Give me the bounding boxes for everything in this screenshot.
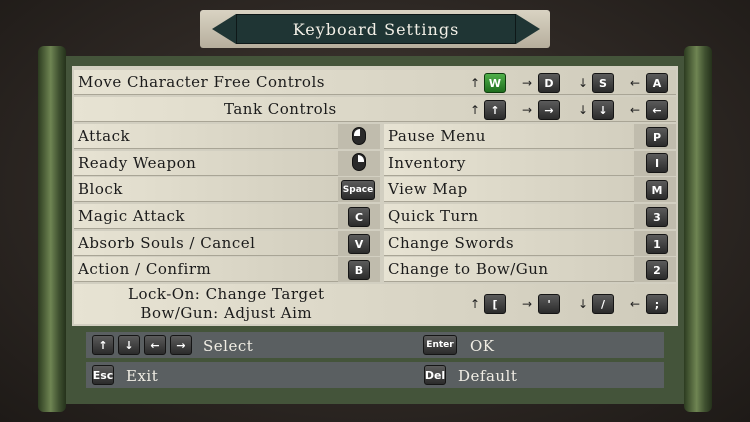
key-lockon-up[interactable]: [ — [484, 294, 506, 314]
key-lockon-right[interactable]: ' — [538, 294, 560, 314]
key-select-up[interactable]: ↑ — [92, 335, 114, 355]
up-indicator: ↑ — [470, 103, 481, 117]
action-row-inventory[interactable]: Inventory — [384, 151, 676, 176]
key-free-up[interactable]: W — [484, 73, 506, 93]
up-indicator: ↑ — [470, 76, 481, 90]
right-indicator: → — [522, 297, 533, 311]
left-indicator: ← — [630, 76, 641, 90]
left-mouse-button-icon[interactable] — [352, 127, 366, 145]
key-change-swords[interactable]: 1 — [646, 234, 668, 254]
key-esc[interactable]: Esc — [92, 365, 114, 385]
key-pause-menu[interactable]: P — [646, 127, 668, 147]
page-title: Keyboard Settings — [236, 14, 516, 44]
key-magic-attack[interactable]: C — [348, 207, 370, 227]
key-free-down[interactable]: S — [592, 73, 614, 93]
action-label: Magic Attack — [78, 207, 185, 225]
key-select-down[interactable]: ↓ — [118, 335, 140, 355]
key-bow-gun[interactable]: 2 — [646, 260, 668, 280]
down-indicator: ↓ — [578, 76, 589, 90]
scroll-rod-left — [38, 46, 66, 412]
lockon-labels: Lock-On: Change Target Bow/Gun: Adjust A… — [128, 285, 325, 323]
action-row-ready-weapon[interactable]: Ready Weapon — [74, 151, 380, 176]
move-free-label: Move Character Free Controls — [78, 73, 325, 91]
action-label: Inventory — [388, 154, 466, 172]
key-view-map[interactable]: M — [646, 180, 668, 200]
left-indicator: ← — [630, 297, 641, 311]
right-indicator: → — [522, 103, 533, 117]
key-del[interactable]: Del — [424, 365, 446, 385]
action-label: Attack — [78, 127, 131, 145]
up-indicator: ↑ — [470, 297, 481, 311]
key-free-right[interactable]: D — [538, 73, 560, 93]
action-row-change-swords[interactable]: Change Swords — [384, 231, 676, 256]
key-block[interactable]: Space — [341, 180, 375, 200]
key-select-right[interactable]: → — [170, 335, 192, 355]
key-absorb-souls[interactable]: V — [348, 234, 370, 254]
default-button[interactable]: Default — [458, 367, 517, 385]
action-label: Change to Bow/Gun — [388, 260, 549, 278]
key-inventory[interactable]: I — [646, 153, 668, 173]
key-tank-right[interactable]: → — [538, 100, 560, 120]
action-label: Pause Menu — [388, 127, 486, 145]
lockon-label: Lock-On: Change Target — [128, 285, 325, 303]
down-indicator: ↓ — [578, 103, 589, 117]
scroll-rod-right — [684, 46, 712, 412]
select-label: Select — [203, 337, 254, 355]
key-lockon-left[interactable]: ; — [646, 294, 668, 314]
key-tank-down[interactable]: ↓ — [592, 100, 614, 120]
action-label: Ready Weapon — [78, 154, 197, 172]
adjust-aim-label: Bow/Gun: Adjust Aim — [140, 304, 313, 322]
key-lockon-down[interactable]: / — [592, 294, 614, 314]
action-row-action-confirm[interactable]: Action / Confirm — [74, 257, 380, 282]
key-tank-up[interactable]: ↑ — [484, 100, 506, 120]
action-label: Change Swords — [388, 234, 515, 252]
key-enter[interactable]: Enter — [423, 335, 457, 355]
action-row-absorb-souls[interactable]: Absorb Souls / Cancel — [74, 231, 380, 256]
action-label: Block — [78, 180, 123, 198]
action-row-bow-gun[interactable]: Change to Bow/Gun — [384, 257, 676, 282]
action-row-attack[interactable]: Attack — [74, 124, 380, 149]
tank-controls-label: Tank Controls — [224, 100, 337, 118]
action-row-pause-menu[interactable]: Pause Menu — [384, 124, 676, 149]
action-row-view-map[interactable]: View Map — [384, 177, 676, 202]
key-tank-left[interactable]: ← — [646, 100, 668, 120]
action-label: Absorb Souls / Cancel — [78, 234, 256, 252]
action-label: Action / Confirm — [78, 260, 212, 278]
down-indicator: ↓ — [578, 297, 589, 311]
action-label: View Map — [388, 180, 468, 198]
key-free-left[interactable]: A — [646, 73, 668, 93]
action-label: Quick Turn — [388, 207, 479, 225]
left-indicator: ← — [630, 103, 641, 117]
footer-row-bottom — [86, 362, 664, 388]
key-action-confirm[interactable]: B — [348, 260, 370, 280]
ok-button[interactable]: OK — [470, 337, 495, 355]
exit-button[interactable]: Exit — [126, 367, 158, 385]
right-indicator: → — [522, 76, 533, 90]
action-row-block[interactable]: Block — [74, 177, 380, 202]
key-quick-turn[interactable]: 3 — [646, 207, 668, 227]
key-select-left[interactable]: ← — [144, 335, 166, 355]
action-row-magic-attack[interactable]: Magic Attack — [74, 204, 380, 229]
right-mouse-button-icon[interactable] — [352, 153, 366, 171]
action-row-quick-turn[interactable]: Quick Turn — [384, 204, 676, 229]
